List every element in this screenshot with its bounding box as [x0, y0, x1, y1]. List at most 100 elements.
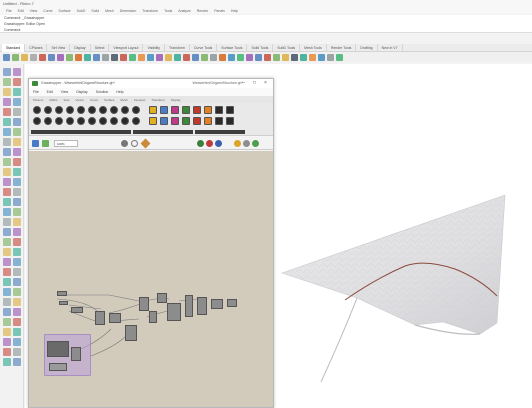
modeling-tool-icon[interactable] [3, 288, 11, 296]
toolbar-tool-icon[interactable] [147, 53, 154, 61]
modeling-tool-icon[interactable] [3, 198, 11, 206]
toolbar-tool-icon[interactable] [75, 53, 82, 61]
toolbar-tool-icon[interactable] [246, 53, 253, 61]
modeling-tool-icon[interactable] [13, 278, 21, 286]
modeling-tool-icon[interactable] [13, 328, 21, 336]
grasshopper-title-bar[interactable]: Grasshopper - WeaverbirdOrigamiStructure… [29, 79, 273, 88]
toolbar-tool-icon[interactable] [273, 53, 280, 61]
modeling-tool-icon[interactable] [13, 338, 21, 346]
menu-item[interactable]: Analyze [178, 9, 190, 13]
toolbar-tool-icon[interactable] [201, 53, 208, 61]
minimize-icon[interactable]: – [240, 80, 247, 87]
gh-component[interactable] [197, 297, 207, 315]
gh-component-icon[interactable] [121, 117, 129, 125]
gh-component-icon[interactable] [215, 106, 223, 114]
toolbar-tool-icon[interactable] [138, 53, 145, 61]
modeling-tool-icon[interactable] [3, 228, 11, 236]
toolbar-tab[interactable]: SubD Tools [273, 43, 301, 52]
toolbar-tool-icon[interactable] [39, 53, 46, 61]
gh-component-icon[interactable] [171, 106, 179, 114]
modeling-tool-icon[interactable] [3, 278, 11, 286]
gh-tab[interactable]: Maths [49, 98, 57, 102]
modeling-tool-icon[interactable] [13, 108, 21, 116]
toolbar-tool-icon[interactable] [48, 53, 55, 61]
gh-component-icon[interactable] [215, 117, 223, 125]
grasshopper-window[interactable]: Grasshopper - WeaverbirdOrigamiStructure… [28, 78, 274, 408]
modeling-tool-icon[interactable] [3, 98, 11, 106]
modeling-tool-icon[interactable] [13, 138, 21, 146]
command-input[interactable]: Command: [0, 27, 532, 33]
gh-panel[interactable] [49, 363, 67, 371]
gh-component[interactable] [139, 297, 149, 311]
modeling-tool-icon[interactable] [13, 188, 21, 196]
gh-component-icon[interactable] [149, 117, 157, 125]
toolbar-tool-icon[interactable] [237, 53, 244, 61]
toolbar-tool-icon[interactable] [300, 53, 307, 61]
preview-shaded-icon[interactable] [197, 140, 204, 147]
modeling-tool-icon[interactable] [13, 268, 21, 276]
gh-component-icon[interactable] [171, 117, 179, 125]
toolbar-tool-icon[interactable] [111, 53, 118, 61]
toolbar-tab[interactable]: Visibility [143, 43, 166, 52]
gh-menu-item[interactable]: Edit [47, 90, 53, 94]
toolbar-tab[interactable]: Display [70, 43, 91, 52]
gh-component-icon[interactable] [88, 117, 96, 125]
preview-wire-icon[interactable] [215, 140, 222, 147]
modeling-tool-icon[interactable] [13, 178, 21, 186]
gh-component[interactable] [227, 299, 237, 307]
gh-component-icon[interactable] [77, 117, 85, 125]
toolbar-tab[interactable]: Select [91, 43, 110, 52]
toolbar-tool-icon[interactable] [327, 53, 334, 61]
gh-component[interactable] [109, 313, 121, 323]
menu-item[interactable]: Dimension [120, 9, 137, 13]
gh-component-icon[interactable] [226, 117, 234, 125]
toolbar-tool-icon[interactable] [120, 53, 127, 61]
toolbar-tab[interactable]: Mesh Tools [300, 43, 327, 52]
toolbar-tool-icon[interactable] [264, 53, 271, 61]
toolbar-tab[interactable]: Drafting [356, 43, 378, 52]
modeling-tool-icon[interactable] [3, 328, 11, 336]
toolbar-tab[interactable]: CPlanes [25, 43, 48, 52]
toolbar-tool-icon[interactable] [318, 53, 325, 61]
modeling-tool-icon[interactable] [13, 318, 21, 326]
modeling-tool-icon[interactable] [13, 118, 21, 126]
gh-component-icon[interactable] [55, 117, 63, 125]
toolbar-tool-icon[interactable] [228, 53, 235, 61]
modeling-tool-icon[interactable] [3, 268, 11, 276]
gh-component[interactable] [125, 325, 137, 341]
gh-component[interactable] [71, 347, 81, 361]
gh-component-icon[interactable] [149, 106, 157, 114]
toolbar-tool-icon[interactable] [57, 53, 64, 61]
gh-component-icon[interactable] [160, 117, 168, 125]
gh-tab[interactable]: Intersect [134, 98, 146, 102]
toolbar-tab[interactable]: New in V7 [378, 43, 403, 52]
modeling-tool-icon[interactable] [3, 298, 11, 306]
toolbar-tab[interactable]: Transform [165, 43, 190, 52]
modeling-tool-icon[interactable] [13, 88, 21, 96]
gh-component-icon[interactable] [204, 106, 212, 114]
toolbar-tool-icon[interactable] [84, 53, 91, 61]
modeling-tool-icon[interactable] [13, 128, 21, 136]
menu-item[interactable]: SubD [77, 9, 86, 13]
modeling-tool-icon[interactable] [13, 258, 21, 266]
gh-component[interactable] [59, 301, 68, 305]
gh-component-icon[interactable] [66, 106, 74, 114]
toolbar-tool-icon[interactable] [309, 53, 316, 61]
modeling-tool-icon[interactable] [3, 318, 11, 326]
modeling-tool-icon[interactable] [3, 208, 11, 216]
modeling-tool-icon[interactable] [13, 348, 21, 356]
toolbar-tool-icon[interactable] [255, 53, 262, 61]
modeling-tool-icon[interactable] [3, 358, 11, 366]
menu-item[interactable]: Panels [214, 9, 225, 13]
gh-component-icon[interactable] [33, 117, 41, 125]
gh-component-icon[interactable] [110, 106, 118, 114]
modeling-tool-icon[interactable] [3, 308, 11, 316]
toolbar-tool-icon[interactable] [174, 53, 181, 61]
support-curve[interactable] [320, 297, 358, 383]
modeling-tool-icon[interactable] [13, 78, 21, 86]
modeling-tool-icon[interactable] [13, 308, 21, 316]
gh-tab[interactable]: Params [33, 98, 43, 102]
gh-component-icon[interactable] [110, 117, 118, 125]
modeling-tool-icon[interactable] [3, 338, 11, 346]
gh-component[interactable] [211, 299, 223, 309]
